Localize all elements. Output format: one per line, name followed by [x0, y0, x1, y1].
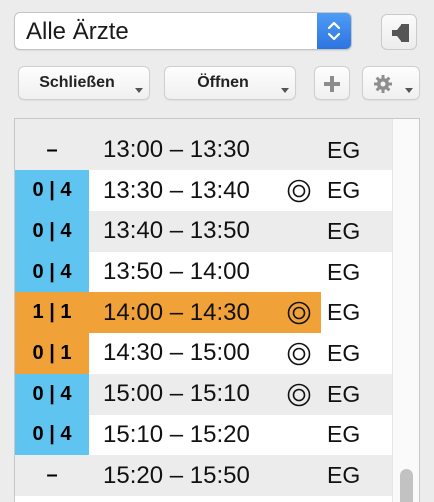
slot-floor: EG [327, 299, 361, 326]
slot-floor: EG [327, 136, 361, 163]
plus-icon [324, 76, 340, 92]
slot-time: 15:20 – 15:50 [103, 461, 250, 489]
slot-count: – [46, 138, 58, 161]
slot-row[interactable]: 0 | 1 14:30 – 15:00 EG [15, 333, 393, 374]
slot-time: 12:30 – 13:00 [89, 119, 321, 130]
slot-row[interactable]: 0 | 4 15:10 – 15:20 EG [15, 414, 393, 456]
slot-floor: EG [327, 421, 361, 448]
slot-floor: EG [327, 217, 361, 244]
close-button[interactable]: Schließen [18, 66, 150, 100]
gear-icon [374, 75, 392, 93]
slot-time: 15:10 – 15:20 [103, 420, 250, 448]
slot-count: 1 | 1 [15, 292, 89, 334]
dropdown-arrow-icon [135, 88, 143, 93]
add-button[interactable] [314, 66, 350, 100]
slot-time: 13:00 – 13:30 [103, 136, 250, 164]
slot-row[interactable]: 12:30 – 13:00 EG [15, 119, 393, 130]
open-button[interactable]: Öffnen [164, 66, 296, 100]
target-icon [287, 302, 311, 325]
slot-count: 0 | 4 [15, 251, 89, 293]
open-button-label: Öffnen [197, 74, 249, 91]
slot-row[interactable]: 0 | 4 15:00 – 15:10 EG [15, 373, 393, 415]
slot-floor: EG [327, 462, 361, 489]
slot-time: 13:40 – 13:50 [103, 217, 250, 245]
slot-floor: EG [327, 258, 361, 285]
slot-table[interactable]: 12:30 – 13:00 EG – 13:00 – 13:30 EG 0 | … [14, 118, 420, 502]
settings-button[interactable] [362, 66, 420, 100]
scrollbar-thumb[interactable] [400, 469, 413, 502]
slot-count [15, 119, 89, 130]
slot-row[interactable]: – 13:00 – 13:30 EG [15, 129, 393, 171]
slot-count: 0 | 4 [15, 170, 89, 212]
slot-floor: EG [327, 380, 361, 407]
slot-row[interactable]: 1 | 1 14:00 – 14:30 EG [15, 292, 393, 334]
slot-rows: 12:30 – 13:00 EG – 13:00 – 13:30 EG 0 | … [15, 119, 393, 496]
slot-floor: EG [327, 177, 361, 204]
dropdown-arrow-icon [405, 88, 413, 93]
slot-count: 0 | 4 [15, 373, 89, 415]
select-arrows-icon[interactable] [317, 13, 351, 49]
scrollbar[interactable] [392, 119, 419, 502]
dropdown-arrow-icon [281, 88, 289, 93]
slot-floor: EG [327, 119, 387, 130]
target-icon [287, 342, 311, 366]
slot-count: 0 | 4 [15, 211, 89, 252]
doctor-select-value: Alle Ärzte [26, 18, 129, 45]
slot-row[interactable]: – 15:20 – 15:50 EG [15, 455, 393, 496]
slot-floor: EG [327, 339, 361, 366]
speaker-button[interactable] [381, 14, 417, 50]
slot-count: – [46, 464, 58, 487]
slot-time: 13:50 – 14:00 [103, 258, 250, 286]
doctor-select[interactable]: Alle Ärzte [14, 12, 352, 50]
target-icon [287, 383, 311, 407]
target-icon [287, 180, 311, 203]
slot-row[interactable]: 0 | 4 13:30 – 13:40 EG [15, 170, 393, 212]
slot-count: 0 | 1 [15, 333, 89, 374]
close-button-label: Schließen [39, 74, 115, 91]
slot-row[interactable]: 0 | 4 13:40 – 13:50 EG [15, 211, 393, 252]
slot-row[interactable]: 0 | 4 13:50 – 14:00 EG [15, 251, 393, 293]
slot-count: 0 | 4 [15, 414, 89, 456]
speaker-icon [392, 24, 409, 42]
